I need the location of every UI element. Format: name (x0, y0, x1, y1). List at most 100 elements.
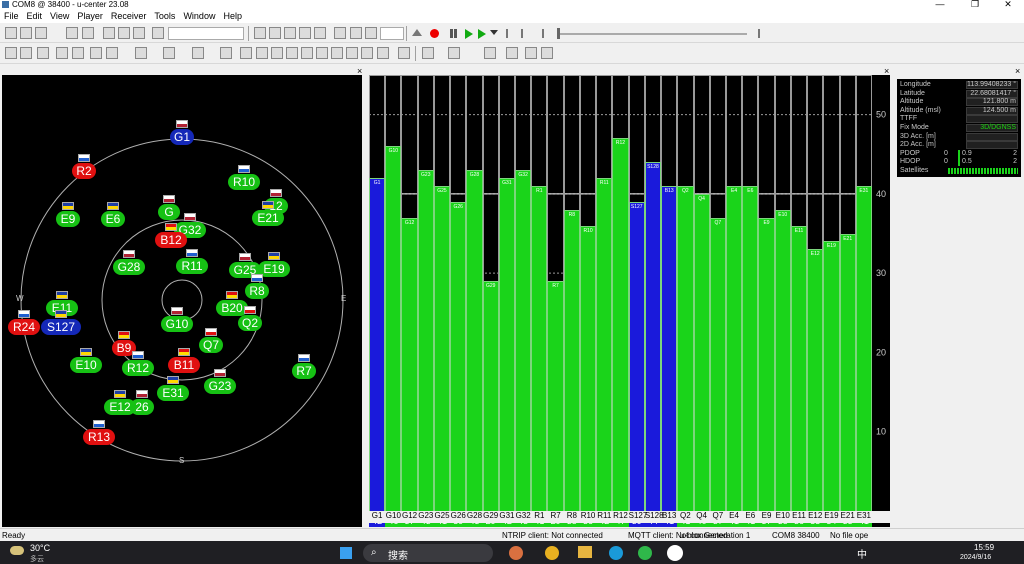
view-21-icon[interactable] (377, 47, 389, 59)
view-6-icon[interactable] (90, 47, 102, 59)
chrome-icon[interactable] (545, 546, 559, 560)
view-4-icon[interactable] (56, 47, 68, 59)
playback-slider[interactable] (559, 33, 747, 35)
tool-2-icon[interactable] (525, 47, 537, 59)
satellite-r12[interactable]: R12 (122, 351, 154, 376)
cut-icon[interactable] (103, 27, 115, 39)
view-13-icon[interactable] (256, 47, 268, 59)
signal-icon[interactable] (448, 47, 460, 59)
print-icon[interactable] (66, 27, 78, 39)
satellite-q7[interactable]: Q7 (199, 328, 223, 353)
eject-icon[interactable] (412, 29, 422, 36)
view-12-icon[interactable] (240, 47, 252, 59)
new-icon[interactable] (5, 27, 17, 39)
clock-date[interactable]: 2024/9/16 (960, 554, 991, 561)
menu-tools[interactable]: Tools (150, 9, 179, 23)
satellite-26[interactable]: 26 (130, 390, 154, 415)
satellite-g28[interactable]: G28 (113, 250, 145, 275)
menu-window[interactable]: Window (179, 9, 219, 23)
weather-temp[interactable]: 30°C (30, 543, 50, 553)
preview-icon[interactable] (82, 27, 94, 39)
c-icon[interactable] (284, 27, 296, 39)
satellite-r24[interactable]: R24 (8, 310, 40, 335)
view-7-icon[interactable] (106, 47, 118, 59)
view-9-icon[interactable] (163, 47, 175, 59)
play-fast-icon[interactable] (478, 29, 486, 39)
menu-player[interactable]: Player (73, 9, 107, 23)
play-icon[interactable] (465, 29, 473, 39)
view-2-icon[interactable] (20, 47, 32, 59)
view-8-icon[interactable] (135, 47, 147, 59)
satellite-r13[interactable]: R13 (83, 420, 115, 445)
menu-file[interactable]: File (0, 9, 23, 23)
wechat-icon[interactable] (638, 546, 652, 560)
weather-icon[interactable] (10, 546, 24, 555)
view-14-icon[interactable] (271, 47, 283, 59)
w-icon[interactable] (269, 27, 281, 39)
grid-icon[interactable] (314, 27, 326, 39)
info-close-icon[interactable]: × (1015, 67, 1020, 76)
antenna-config-icon[interactable] (422, 47, 434, 59)
end-icon[interactable] (752, 29, 760, 38)
view-3-icon[interactable] (37, 47, 49, 59)
pause-icon[interactable] (450, 29, 457, 38)
satellite-g23[interactable]: G23 (204, 369, 236, 394)
port-field[interactable] (168, 27, 244, 40)
view-19-icon[interactable] (346, 47, 358, 59)
satellite-s127[interactable]: S127 (41, 310, 81, 335)
satellite-e6[interactable]: E6 (101, 202, 125, 227)
save-icon[interactable] (35, 27, 47, 39)
search-box[interactable]: ⌕ 搜索 (363, 544, 493, 562)
view-22-icon[interactable] (398, 47, 410, 59)
menu-edit[interactable]: Edit (23, 9, 47, 23)
satellite-g[interactable]: G (158, 195, 180, 220)
ime-indicator[interactable]: 中 (857, 546, 867, 561)
satellite-r11[interactable]: R11 (176, 249, 208, 274)
skip-icon[interactable] (536, 29, 544, 38)
maximize-button[interactable]: ❐ (960, 0, 990, 9)
minimize-button[interactable]: — (925, 0, 955, 9)
step-back-icon[interactable] (506, 29, 514, 38)
app-icon-1[interactable] (509, 546, 523, 560)
slider-handle[interactable] (557, 28, 560, 39)
satellite-r7[interactable]: R7 (292, 354, 316, 379)
rate-field[interactable] (380, 27, 404, 40)
app-icon-p[interactable] (667, 545, 683, 561)
paste-icon[interactable] (133, 27, 145, 39)
close-button[interactable]: ✕ (993, 0, 1023, 9)
chevron-down-icon[interactable] (490, 30, 498, 35)
menu-view[interactable]: View (46, 9, 73, 23)
view-16-icon[interactable] (301, 47, 313, 59)
satellite-g1[interactable]: G1 (170, 120, 194, 145)
view-20-icon[interactable] (361, 47, 373, 59)
view-1-icon[interactable] (5, 47, 17, 59)
satellite-e31[interactable]: E31 (157, 376, 189, 401)
view-15-icon[interactable] (286, 47, 298, 59)
tool-icon[interactable] (152, 27, 164, 39)
antenna-icon[interactable] (299, 27, 311, 39)
view-5-icon[interactable] (72, 47, 84, 59)
satellite-e21[interactable]: E21 (252, 201, 284, 226)
settings-icon[interactable] (350, 27, 362, 39)
satellite-r8[interactable]: R8 (245, 274, 269, 299)
view-10-icon[interactable] (192, 47, 204, 59)
satellite-g10[interactable]: G10 (161, 307, 193, 332)
edge-icon[interactable] (609, 546, 623, 560)
gear-icon[interactable] (334, 27, 346, 39)
satellite-b11[interactable]: B11 (168, 348, 200, 373)
sky-close-icon[interactable]: × (357, 67, 362, 76)
step-forward-icon[interactable] (521, 29, 529, 38)
satellite-e10[interactable]: E10 (70, 348, 102, 373)
wand-icon[interactable] (484, 47, 496, 59)
view-17-icon[interactable] (316, 47, 328, 59)
h-icon[interactable] (254, 27, 266, 39)
view-18-icon[interactable] (331, 47, 343, 59)
clock-time[interactable]: 15:59 (974, 543, 994, 552)
satellite-e9[interactable]: E9 (56, 202, 80, 227)
satellite-r10[interactable]: R10 (228, 165, 260, 190)
bug-icon[interactable] (506, 47, 518, 59)
open-icon[interactable] (20, 27, 32, 39)
folder-icon[interactable] (578, 546, 592, 558)
level-close-icon[interactable]: × (884, 67, 889, 76)
menu-receiver[interactable]: Receiver (107, 9, 151, 23)
